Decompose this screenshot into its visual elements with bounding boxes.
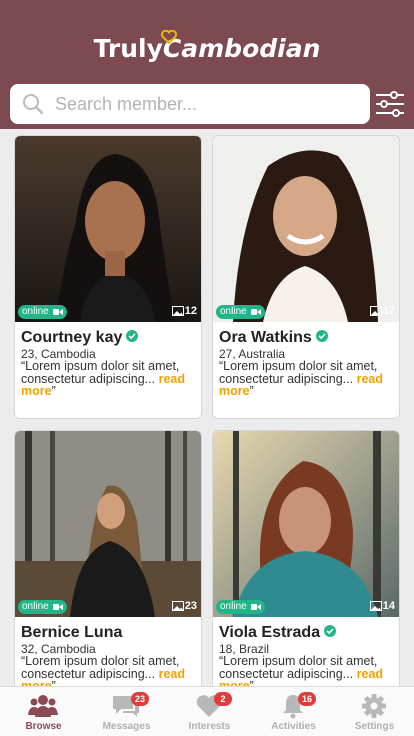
online-label: online — [22, 306, 49, 317]
photo-count-value: 23 — [184, 600, 197, 612]
member-card[interactable]: online 14 Viola Estrada 18, Brazil “Lore… — [212, 430, 400, 686]
close-quote: ” — [51, 384, 56, 398]
video-icon — [251, 604, 261, 610]
activities-badge: 16 — [298, 692, 316, 706]
users-icon — [28, 695, 58, 717]
member-grid: online 12 Courtney kay 23, Cambodia “Lor… — [0, 129, 414, 686]
video-icon — [53, 309, 63, 315]
app-header: TrulyCambodian Search member... — [0, 0, 414, 129]
photo-count-value: 14 — [382, 600, 395, 612]
interests-badge: 2 — [214, 692, 232, 706]
member-card[interactable]: online 17 Ora Watkins 27, Australia “Lor… — [212, 135, 400, 419]
member-name[interactable]: Viola Estrada — [219, 624, 337, 642]
tab-activities[interactable]: 16 Activities — [252, 687, 335, 736]
member-name-text[interactable]: Bernice Luna — [21, 624, 122, 641]
member-photo[interactable] — [15, 431, 201, 617]
close-quote: ” — [249, 679, 254, 686]
tab-label: Browse — [25, 721, 62, 732]
online-label: online — [220, 306, 247, 317]
video-icon — [251, 309, 261, 315]
member-name[interactable]: Ora Watkins — [219, 329, 328, 347]
search-bar[interactable]: Search member... — [10, 84, 370, 124]
member-card[interactable]: online 12 Courtney kay 23, Cambodia “Lor… — [14, 135, 202, 419]
member-card[interactable]: online 23 Bernice Luna 32, Cambodia “Lor… — [14, 430, 202, 686]
logo-text-cambodian: Cambodian — [162, 34, 321, 63]
photo-count-value: 12 — [184, 305, 197, 317]
member-photo[interactable] — [15, 136, 201, 322]
photo-count: 17 — [369, 304, 395, 318]
messages-badge: 23 — [131, 692, 149, 706]
heart-logo-icon — [161, 30, 177, 44]
tab-settings[interactable]: Settings — [333, 687, 414, 736]
member-description: “Lorem ipsum dolor sit amet, consectetur… — [219, 360, 395, 398]
search-input[interactable]: Search member... — [55, 94, 197, 115]
online-badge: online — [216, 600, 265, 614]
description-text: “Lorem ipsum dolor sit amet, consectetur… — [219, 654, 378, 681]
close-quote: ” — [51, 679, 56, 686]
member-name[interactable]: Bernice Luna — [21, 624, 122, 642]
gallery-icon — [369, 601, 382, 611]
gear-icon — [362, 694, 386, 718]
description-text: “Lorem ipsum dolor sit amet, consectetur… — [219, 359, 378, 386]
photo-count-value: 17 — [382, 305, 395, 317]
tab-label: Activities — [271, 721, 316, 732]
filter-icon[interactable] — [375, 90, 405, 118]
member-description: “Lorem ipsum dolor sit amet, consectetur… — [21, 655, 197, 686]
photo-count: 23 — [171, 599, 197, 613]
gallery-icon — [369, 306, 382, 316]
member-description: “Lorem ipsum dolor sit amet, consectetur… — [21, 360, 197, 398]
member-photo[interactable] — [213, 431, 399, 617]
photo-count: 12 — [171, 304, 197, 318]
online-badge: online — [18, 305, 67, 319]
search-icon — [23, 94, 44, 115]
member-name-text[interactable]: Ora Watkins — [219, 329, 312, 346]
online-label: online — [220, 601, 247, 612]
app-logo: TrulyCambodian — [0, 34, 414, 63]
description-text: “Lorem ipsum dolor sit amet, consectetur… — [21, 359, 180, 386]
verified-icon — [324, 625, 337, 637]
photo-count: 14 — [369, 599, 395, 613]
description-text: “Lorem ipsum dolor sit amet, consectetur… — [21, 654, 180, 681]
member-photo[interactable] — [213, 136, 399, 322]
member-name-text[interactable]: Courtney kay — [21, 329, 122, 346]
verified-icon — [315, 330, 328, 342]
online-label: online — [22, 601, 49, 612]
tab-interests[interactable]: 2 Interests — [168, 687, 251, 736]
member-name[interactable]: Courtney kay — [21, 329, 139, 347]
video-icon — [53, 604, 63, 610]
online-badge: online — [18, 600, 67, 614]
logo-text-truly: Truly — [93, 34, 163, 63]
member-description: “Lorem ipsum dolor sit amet, consectetur… — [219, 655, 395, 686]
tab-label: Interests — [188, 721, 231, 732]
close-quote: ” — [249, 384, 254, 398]
tab-browse[interactable]: Browse — [2, 687, 85, 736]
bottom-tab-bar: Browse 23 Messages 2 Interests 16 Activi… — [0, 686, 414, 736]
tab-label: Settings — [354, 721, 395, 732]
member-name-text[interactable]: Viola Estrada — [219, 624, 320, 641]
verified-icon — [126, 330, 139, 342]
tab-label: Messages — [102, 721, 151, 732]
gallery-icon — [171, 306, 184, 316]
tab-messages[interactable]: 23 Messages — [85, 687, 168, 736]
gallery-icon — [171, 601, 184, 611]
online-badge: online — [216, 305, 265, 319]
